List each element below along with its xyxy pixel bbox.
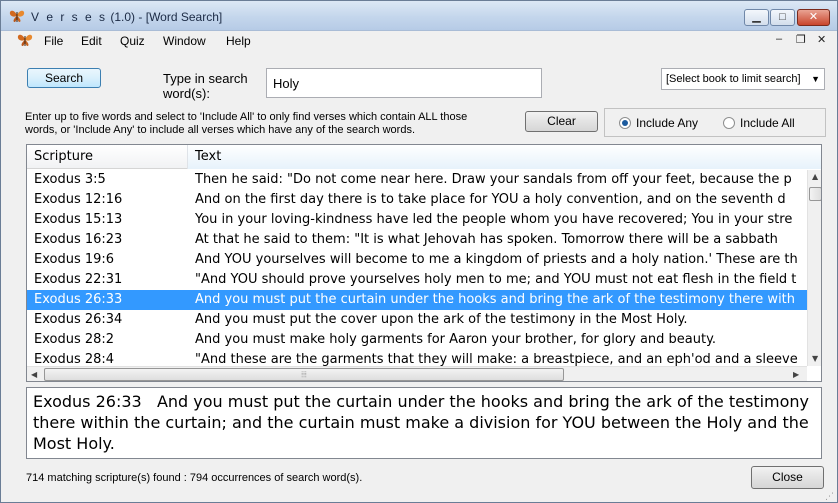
include-all-radio[interactable]: Include All bbox=[723, 116, 795, 130]
radio-unselected-icon bbox=[723, 117, 735, 129]
include-any-radio[interactable]: Include Any bbox=[619, 116, 698, 130]
menu-window[interactable]: Window bbox=[163, 34, 206, 48]
row-scripture: Exodus 3:5 bbox=[34, 172, 106, 187]
table-row[interactable]: Exodus 26:33 And you must put the curtain… bbox=[27, 290, 807, 310]
chevron-down-icon: ▼ bbox=[811, 74, 820, 84]
table-row[interactable]: Exodus 15:13 You in your loving-kindness … bbox=[27, 210, 807, 230]
table-row[interactable]: Exodus 3:5 Then he said: "Do not come nea… bbox=[27, 170, 807, 190]
help-text: Enter up to five words and select to 'In… bbox=[25, 111, 468, 136]
scroll-up-icon[interactable]: ▲ bbox=[812, 172, 818, 181]
maximize-button[interactable]: □ bbox=[770, 9, 795, 26]
row-text: "And these are the garments that they wi… bbox=[195, 352, 798, 366]
row-scripture: Exodus 16:23 bbox=[34, 232, 123, 247]
row-scripture: Exodus 28:2 bbox=[34, 332, 115, 347]
list-rows: Exodus 3:5 Then he said: "Do not come nea… bbox=[27, 170, 807, 366]
butterfly-icon[interactable] bbox=[17, 33, 33, 47]
include-any-label: Include Any bbox=[636, 116, 699, 130]
include-mode-group: Include Any Include All bbox=[604, 108, 826, 137]
window-title: V e r s e s (1.0) - [Word Search] bbox=[31, 10, 223, 24]
results-list[interactable]: Scripture Text Exodus 3:5 Then he said: "… bbox=[26, 144, 822, 382]
row-text: And on the first day there is to take pl… bbox=[195, 192, 786, 207]
table-row[interactable]: Exodus 12:16 And on the first day there i… bbox=[27, 190, 807, 210]
menu-bar: File Edit Quiz Window Help – ❐ ✕ bbox=[1, 31, 837, 51]
scroll-down-icon[interactable]: ▼ bbox=[812, 354, 818, 363]
row-scripture: Exodus 12:16 bbox=[34, 192, 123, 207]
mdi-minimize-button[interactable]: – bbox=[776, 33, 782, 45]
search-panel: Search Type in search word(s): [Select b… bbox=[10, 53, 830, 141]
mdi-restore-button[interactable]: ❐ bbox=[796, 33, 806, 46]
menu-help[interactable]: Help bbox=[226, 34, 251, 48]
column-header-text[interactable]: Text bbox=[188, 145, 821, 169]
row-text: And you must put the cover upon the ark … bbox=[195, 312, 688, 327]
row-text: And YOU yourselves will become to me a k… bbox=[195, 252, 798, 267]
search-button[interactable]: Search bbox=[27, 68, 101, 88]
book-select[interactable]: [Select book to limit search] ▼ bbox=[661, 68, 825, 90]
table-row[interactable]: Exodus 26:34 And you must put the cover u… bbox=[27, 310, 807, 330]
row-text: And you must make holy garments for Aaro… bbox=[195, 332, 717, 347]
horizontal-scroll-thumb[interactable]: ⦙⦙⦙ bbox=[44, 368, 564, 381]
butterfly-icon bbox=[9, 10, 25, 22]
verse-detail-text: And you must put the curtain under the h… bbox=[33, 392, 809, 453]
table-row[interactable]: Exodus 28:4 "And these are the garments t… bbox=[27, 350, 807, 366]
scroll-left-icon[interactable]: ◀ bbox=[31, 370, 37, 379]
row-scripture: Exodus 15:13 bbox=[34, 212, 123, 227]
status-text: 714 matching scripture(s) found : 794 oc… bbox=[26, 472, 363, 484]
resize-grip-icon[interactable]: ⋰ bbox=[825, 491, 834, 502]
app-version: (1.0) bbox=[110, 10, 136, 24]
main-window: V e r s e s (1.0) - [Word Search] ▁ □ ✕ … bbox=[0, 0, 838, 503]
table-row[interactable]: Exodus 22:31 "And YOU should prove yourse… bbox=[27, 270, 807, 290]
menu-quiz[interactable]: Quiz bbox=[120, 34, 145, 48]
row-scripture: Exodus 28:4 bbox=[34, 352, 115, 366]
include-all-label: Include All bbox=[740, 116, 795, 130]
verse-detail-ref: Exodus 26:33 bbox=[33, 392, 142, 411]
row-scripture: Exodus 19:6 bbox=[34, 252, 115, 267]
menu-edit[interactable]: Edit bbox=[81, 34, 102, 48]
row-scripture: Exodus 26:34 bbox=[34, 312, 123, 327]
row-text: You in your loving-kindness have led the… bbox=[195, 212, 793, 227]
search-input[interactable] bbox=[266, 68, 542, 98]
table-row[interactable]: Exodus 19:6 And YOU yourselves will becom… bbox=[27, 250, 807, 270]
vertical-scrollbar[interactable]: ▲ ▼ bbox=[807, 170, 821, 366]
column-header-scripture[interactable]: Scripture bbox=[27, 145, 188, 169]
mdi-close-button[interactable]: ✕ bbox=[817, 33, 826, 46]
row-text: And you must put the curtain under the h… bbox=[195, 292, 796, 307]
document-title: [Word Search] bbox=[145, 10, 223, 24]
close-window-button[interactable]: ✕ bbox=[797, 9, 830, 26]
app-name: V e r s e s bbox=[31, 10, 108, 24]
row-scripture: Exodus 26:33 bbox=[34, 292, 123, 307]
horizontal-scrollbar[interactable]: ◀ ⦙⦙⦙ ▶ bbox=[27, 366, 807, 381]
title-bar[interactable]: V e r s e s (1.0) - [Word Search] ▁ □ ✕ bbox=[1, 1, 837, 31]
clear-button[interactable]: Clear bbox=[525, 111, 598, 132]
radio-selected-icon bbox=[619, 117, 631, 129]
row-text: "And YOU should prove yourselves holy me… bbox=[195, 272, 797, 287]
book-select-value: [Select book to limit search] bbox=[666, 73, 801, 85]
search-label: Type in search word(s): bbox=[163, 71, 248, 101]
row-scripture: Exodus 22:31 bbox=[34, 272, 123, 287]
scroll-right-icon[interactable]: ▶ bbox=[793, 370, 799, 379]
row-text: At that he said to them: "It is what Jeh… bbox=[195, 232, 778, 247]
list-header: Scripture Text bbox=[27, 145, 821, 169]
minimize-button[interactable]: ▁ bbox=[744, 9, 769, 26]
row-text: Then he said: "Do not come near here. Dr… bbox=[195, 172, 792, 187]
close-button[interactable]: Close bbox=[751, 466, 824, 489]
table-row[interactable]: Exodus 16:23 At that he said to them: "It… bbox=[27, 230, 807, 250]
menu-file[interactable]: File bbox=[44, 34, 63, 48]
vertical-scroll-thumb[interactable] bbox=[809, 187, 821, 201]
verse-detail: Exodus 26:33 And you must put the curtai… bbox=[26, 387, 822, 459]
table-row[interactable]: Exodus 28:2 And you must make holy garmen… bbox=[27, 330, 807, 350]
